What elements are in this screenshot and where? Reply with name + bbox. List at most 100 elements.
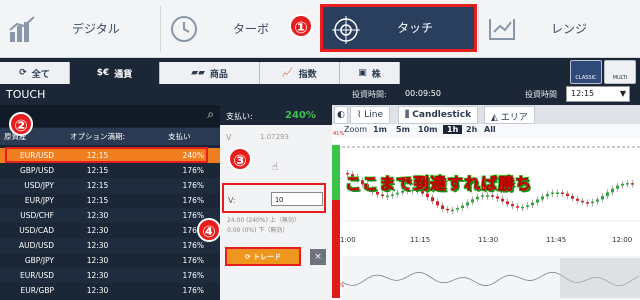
candle <box>446 208 449 211</box>
candle <box>601 196 604 200</box>
invest-duration-select[interactable]: 12:15 ▼ <box>566 86 630 102</box>
cell-expiry: 12:15 <box>86 181 109 190</box>
panel-title: TOUCH <box>6 88 46 101</box>
asset-search-bar[interactable]: ⌕ <box>0 105 220 127</box>
cell-pay: 176% <box>182 256 204 265</box>
table-row[interactable]: GBP/JPY 12:30 176% <box>0 253 220 268</box>
candle <box>611 188 614 193</box>
candle <box>511 204 514 207</box>
asset-table-header: 原資産 オプション満期: 支払い <box>0 128 220 145</box>
classic-view-label: CLASSIC <box>575 75 597 81</box>
cell-pay: 176% <box>182 211 204 220</box>
tab-index[interactable]: 📈 指数 <box>260 62 340 84</box>
candle <box>496 196 499 199</box>
table-row[interactable]: USD/CAD 12:30 176% <box>0 223 220 238</box>
candle <box>531 202 534 206</box>
header-payout[interactable]: 支払い <box>168 131 191 142</box>
cancel-button[interactable]: × <box>310 249 326 265</box>
pointer-hand-icon: ☝ <box>272 162 279 173</box>
amount-input[interactable] <box>271 192 323 206</box>
table-row[interactable]: GBP/USD 12:15 176% <box>0 163 220 178</box>
up-probability-bar <box>332 145 340 200</box>
tab-commodity-label: 商品 <box>209 69 228 80</box>
tab-stock[interactable]: ▣ 株 <box>340 62 400 84</box>
candle <box>621 183 624 186</box>
gold-bar-icon: ▰▰ <box>191 68 205 78</box>
zoom-5m[interactable]: 5m <box>396 125 410 134</box>
candle <box>571 195 574 199</box>
classic-view-button[interactable]: CLASSIC <box>570 60 602 84</box>
tab-candlestick[interactable]: ⫼ Candlestick <box>398 106 479 124</box>
annotation-text: ここまで到達すれば勝ち <box>345 174 533 194</box>
cell-asset: GBP/JPY <box>24 256 54 265</box>
table-row[interactable]: EUR/GBP 12:30 176% <box>0 283 220 298</box>
tab-line[interactable]: ⌇ Line <box>350 106 391 124</box>
highlight-frame-row <box>5 147 208 163</box>
range-icon <box>489 19 515 40</box>
tab-area[interactable]: ◭ エリア <box>484 106 535 124</box>
refresh-icon: ⟳ <box>244 253 251 261</box>
cell-expiry: 12:15 <box>86 166 109 175</box>
candle <box>461 205 464 209</box>
cell-pay: 176% <box>182 181 204 190</box>
mode-range[interactable]: レンジ <box>478 6 640 52</box>
candle <box>516 206 519 208</box>
zoom-10m[interactable]: 10m <box>418 125 437 134</box>
candle <box>481 195 484 197</box>
table-row[interactable]: EUR/USD 12:30 176% <box>0 268 220 283</box>
candle <box>386 195 389 198</box>
candle <box>591 201 594 204</box>
zoom-1h[interactable]: 1h <box>443 125 463 134</box>
up-info: 24.00 (240%) 上（無効） <box>227 217 300 224</box>
cell-asset: USD/CHF <box>20 211 54 220</box>
zoom-all[interactable]: All <box>484 125 496 134</box>
trade-button[interactable]: ⟳ トレード <box>225 247 301 266</box>
mode-digital-label: デジタル <box>72 22 120 36</box>
cell-expiry: 12:15 <box>86 196 109 205</box>
tab-stock-label: 株 <box>371 69 381 80</box>
tab-all-label: 全て <box>31 69 50 80</box>
multi-view-label: MULTI <box>612 75 628 81</box>
mode-turbo-label: ターボ <box>233 22 270 36</box>
marker-1: ① <box>289 14 313 38</box>
back-icon[interactable]: ◐ <box>334 106 348 124</box>
candle <box>556 192 559 194</box>
table-row[interactable]: USD/JPY 12:15 176% <box>0 178 220 193</box>
down-info: 0.00 (0%) 下（無効） <box>227 227 289 234</box>
chevron-down-icon: ▼ <box>619 89 626 98</box>
table-row[interactable]: USD/CHF 12:30 176% <box>0 208 220 223</box>
candle <box>596 199 599 202</box>
candle <box>541 196 544 200</box>
mode-digital[interactable]: デジタル <box>0 6 160 52</box>
cell-asset: USD/CAD <box>19 226 54 235</box>
tab-candlestick-label: Candlestick <box>412 110 472 120</box>
header-expiry[interactable]: オプション満期: <box>70 131 125 142</box>
tab-all[interactable]: ⟳ 全て <box>0 62 70 84</box>
table-row[interactable]: EUR/JPY 12:15 176% <box>0 193 220 208</box>
marker-2: ② <box>9 112 33 136</box>
candle <box>471 199 474 203</box>
cell-asset: EUR/JPY <box>24 196 54 205</box>
multi-view-button[interactable]: MULTI <box>604 60 636 84</box>
zoom-1m[interactable]: 1m <box>373 125 387 134</box>
candle <box>441 205 444 209</box>
mode-touch[interactable]: タッチ <box>320 4 477 52</box>
area-icon: ◭ <box>491 113 498 123</box>
tab-currency[interactable]: $€ 通貨 <box>70 62 160 84</box>
price-chart[interactable]: 1:00 11:15 11:30 11:45 12:00 <box>332 139 640 300</box>
cell-expiry: 12:30 <box>86 211 109 220</box>
tab-commodity[interactable]: ▰▰ 商品 <box>160 62 260 84</box>
payout-label: 支払い: <box>226 112 253 121</box>
candle <box>626 183 629 185</box>
candle <box>576 198 579 201</box>
navigator-window[interactable] <box>560 258 640 298</box>
amount-input-label: V: <box>228 196 236 205</box>
table-row[interactable]: AUD/USD 12:30 176% <box>0 238 220 253</box>
candle <box>486 195 489 197</box>
line-chart-icon: 📈 <box>282 68 294 78</box>
tab-area-label: エリア <box>500 113 528 123</box>
candle <box>381 194 384 197</box>
zoom-2h[interactable]: 2h <box>466 125 477 134</box>
cell-expiry: 12:30 <box>86 271 109 280</box>
candle <box>456 208 459 210</box>
